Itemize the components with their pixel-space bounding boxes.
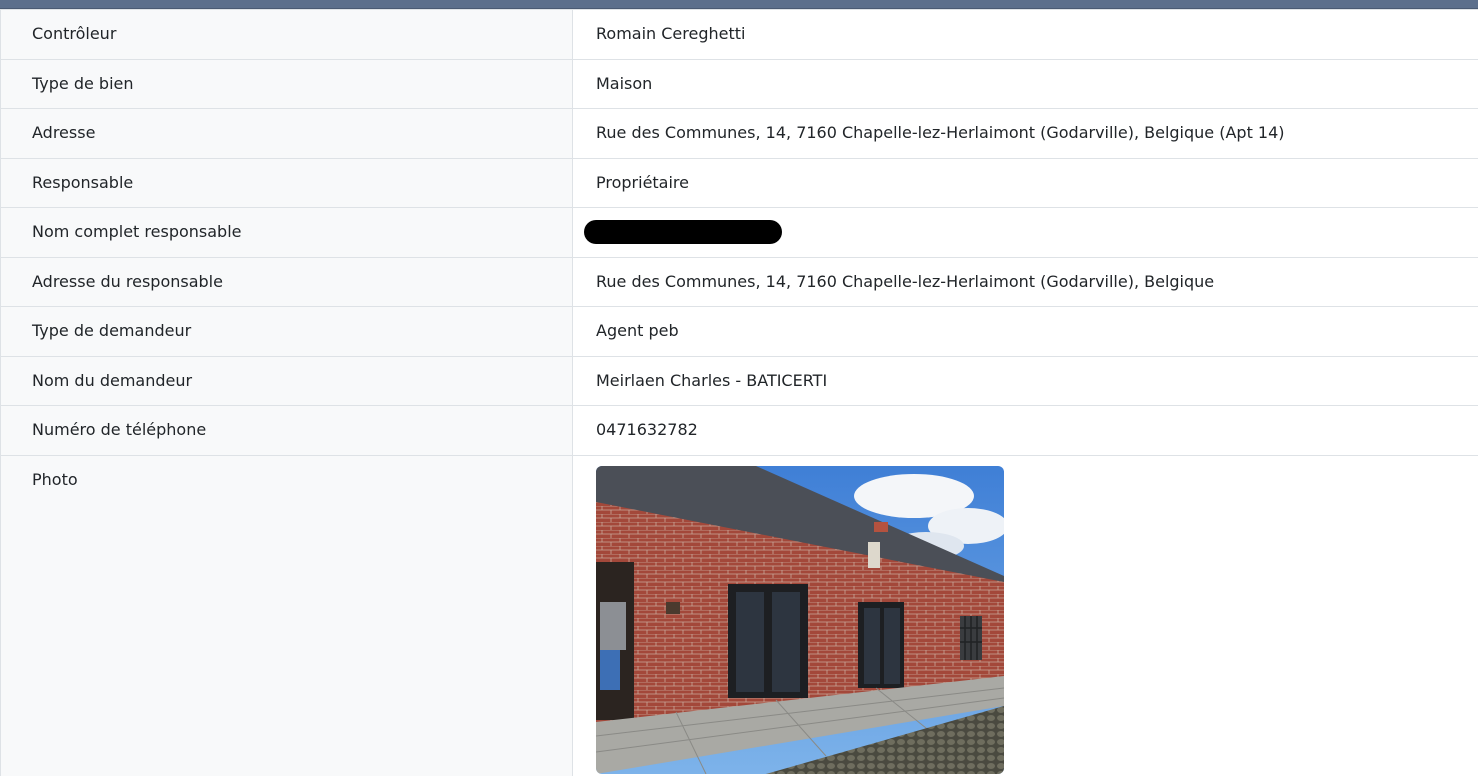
table-row: Nom du demandeur Meirlaen Charles - BATI…	[0, 355, 1478, 406]
table-row: Nom complet responsable	[0, 207, 1478, 258]
row-value-type-de-bien: Maison	[572, 58, 1478, 109]
table-row: Adresse du responsable Rue des Communes,…	[0, 256, 1478, 307]
row-value-numero-de-telephone: 0471632782	[572, 405, 1478, 456]
row-label-adresse: Adresse	[0, 108, 573, 159]
row-value-adresse-du-responsable: Rue des Communes, 14, 7160 Chapelle-lez-…	[572, 256, 1478, 307]
row-label-adresse-du-responsable: Adresse du responsable	[0, 256, 573, 307]
row-value-controleur: Romain Cereghetti	[572, 9, 1478, 60]
header-bar	[0, 0, 1478, 9]
row-value-photo	[572, 454, 1478, 776]
table-row: Numéro de téléphone 0471632782	[0, 405, 1478, 456]
table-row: Type de bien Maison	[0, 58, 1478, 109]
house-photo[interactable]	[596, 465, 1004, 774]
row-label-type-de-bien: Type de bien	[0, 58, 573, 109]
row-value-nom-complet-responsable	[572, 207, 1478, 258]
row-label-numero-de-telephone: Numéro de téléphone	[0, 405, 573, 456]
row-value-responsable: Propriétaire	[572, 157, 1478, 208]
row-label-nom-complet-responsable: Nom complet responsable	[0, 207, 573, 258]
row-label-nom-du-demandeur: Nom du demandeur	[0, 355, 573, 406]
row-value-type-de-demandeur: Agent peb	[572, 306, 1478, 357]
row-label-responsable: Responsable	[0, 157, 573, 208]
row-label-controleur: Contrôleur	[0, 9, 573, 60]
table-row: Photo	[0, 454, 1478, 776]
table-row: Contrôleur Romain Cereghetti	[0, 9, 1478, 60]
table-row: Adresse Rue des Communes, 14, 7160 Chape…	[0, 108, 1478, 159]
table-row: Responsable Propriétaire	[0, 157, 1478, 208]
table-row: Type de demandeur Agent peb	[0, 306, 1478, 357]
redaction-mark	[584, 220, 782, 245]
details-table: Contrôleur Romain Cereghetti Type de bie…	[0, 9, 1478, 776]
row-value-adresse: Rue des Communes, 14, 7160 Chapelle-lez-…	[572, 108, 1478, 159]
row-value-nom-du-demandeur: Meirlaen Charles - BATICERTI	[572, 355, 1478, 406]
row-label-type-de-demandeur: Type de demandeur	[0, 306, 573, 357]
row-label-photo: Photo	[0, 454, 573, 776]
